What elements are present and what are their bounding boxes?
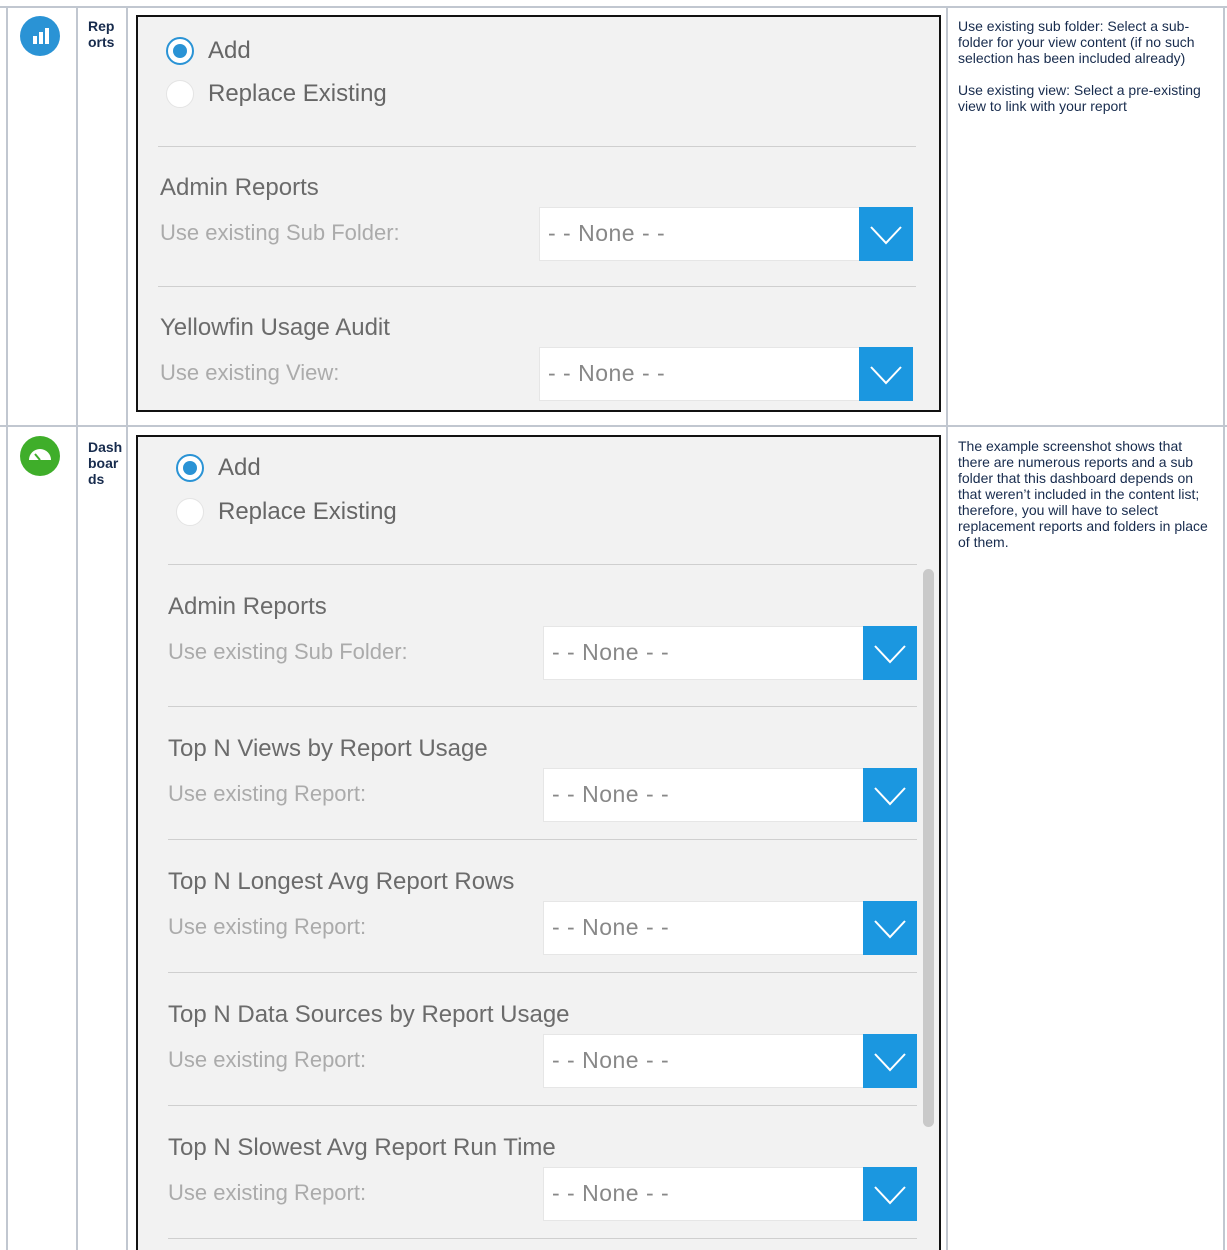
chevron-down-icon[interactable] [863, 1034, 917, 1088]
row-label-reports: Reports [88, 18, 115, 50]
chevron-down-icon[interactable] [863, 626, 917, 680]
select-value: - - None - - [552, 781, 670, 807]
section-subtitle: Use existing Report: [168, 914, 367, 939]
sub-folder-select[interactable]: - - None - - [539, 207, 913, 261]
radio-replace-option[interactable]: Replace Existing [176, 498, 397, 526]
section-subtitle: Use existing Report: [168, 1047, 367, 1072]
report-select[interactable]: - - None - - [543, 1034, 917, 1088]
section-divider [168, 972, 917, 973]
section-title: Top N Slowest Avg Report Run Time [168, 1134, 556, 1161]
note-paragraph: Use existing sub folder: Select a sub-fo… [958, 18, 1195, 66]
select-value: - - None - - [552, 1047, 670, 1073]
section-divider [158, 146, 916, 147]
section-subtitle: Use existing Report: [168, 1180, 367, 1205]
radio-selected-icon[interactable] [176, 454, 204, 482]
report-select[interactable]: - - None - - [543, 768, 917, 822]
note-paragraph: The example screenshot shows that there … [958, 438, 1208, 550]
radio-selected-icon[interactable] [166, 37, 194, 65]
reports-notes: Use existing sub folder: Select a sub-fo… [958, 18, 1214, 130]
table-col-divider-1 [76, 6, 78, 1250]
chevron-down-icon[interactable] [859, 207, 913, 261]
radio-add-label: Add [218, 454, 261, 481]
chevron-down-icon[interactable] [863, 1167, 917, 1221]
radio-add-label: Add [208, 37, 251, 64]
table-border-top [0, 6, 1227, 8]
radio-unselected-icon[interactable] [176, 498, 204, 526]
sub-folder-select[interactable]: - - None - - [543, 626, 917, 680]
note-paragraph: Use existing view: Select a pre-existing… [958, 82, 1201, 114]
report-select[interactable]: - - None - - [543, 1167, 917, 1221]
panel-scrollbar[interactable] [923, 569, 934, 1127]
dashboards-import-panel: Add Replace Existing Admin Reports Use e… [136, 435, 941, 1250]
view-select[interactable]: - - None - - [539, 347, 913, 401]
section-divider [168, 1105, 917, 1106]
row-label-dashboards: Dashboards [88, 439, 124, 487]
select-value: - - None - - [552, 639, 670, 665]
section-divider [168, 1238, 917, 1239]
radio-add-option[interactable]: Add [176, 454, 261, 482]
section-subtitle: Use existing Sub Folder: [160, 220, 400, 245]
section-title: Top N Longest Avg Report Rows [168, 868, 515, 895]
table-col-divider-3 [946, 6, 948, 1250]
table-border-left [6, 6, 8, 1250]
section-divider [168, 706, 917, 707]
section-subtitle: Use existing Report: [168, 781, 367, 806]
section-divider [168, 564, 917, 565]
radio-unselected-icon[interactable] [166, 80, 194, 108]
section-divider [168, 839, 917, 840]
radio-replace-option[interactable]: Replace Existing [166, 80, 387, 108]
section-subtitle: Use existing View: [160, 360, 340, 385]
table-row-divider [0, 425, 1227, 427]
select-value: - - None - - [552, 1180, 670, 1206]
select-value: - - None - - [552, 914, 670, 940]
section-title: Admin Reports [160, 174, 319, 201]
section-title: Top N Data Sources by Report Usage [168, 1001, 570, 1028]
select-value: - - None - - [548, 360, 666, 386]
table-col-divider-2 [126, 6, 128, 1250]
chevron-down-icon[interactable] [863, 901, 917, 955]
section-title: Top N Views by Report Usage [168, 735, 488, 762]
radio-add-option[interactable]: Add [166, 37, 251, 65]
table-border-right [1223, 6, 1225, 1250]
section-divider [158, 286, 916, 287]
chevron-down-icon[interactable] [859, 347, 913, 401]
select-value: - - None - - [548, 220, 666, 246]
dashboard-gauge-icon [20, 436, 60, 476]
reports-import-panel: Add Replace Existing Admin Reports Use e… [136, 15, 941, 412]
report-select[interactable]: - - None - - [543, 901, 917, 955]
radio-replace-label: Replace Existing [218, 498, 397, 525]
row-label-text: Dashboards [88, 439, 123, 487]
section-title: Yellowfin Usage Audit [160, 314, 390, 341]
chevron-down-icon[interactable] [863, 768, 917, 822]
radio-replace-label: Replace Existing [208, 80, 387, 107]
bar-chart-icon [20, 16, 60, 56]
section-subtitle: Use existing Sub Folder: [168, 639, 408, 664]
section-title: Admin Reports [168, 593, 327, 620]
dashboards-notes: The example screenshot shows that there … [958, 438, 1214, 566]
